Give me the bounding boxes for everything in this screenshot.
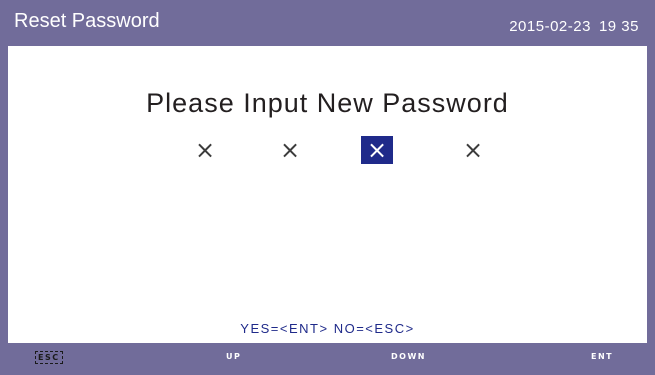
date-label: 2015-02-23 bbox=[509, 18, 591, 35]
down-button[interactable]: DOWN bbox=[391, 352, 426, 361]
password-digit-2[interactable]: × bbox=[274, 136, 306, 164]
title-bar: Reset Password 2015-02-23 19 35 bbox=[8, 0, 647, 46]
password-digit-4[interactable]: × bbox=[457, 136, 489, 164]
screen: Reset Password 2015-02-23 19 35 Please In… bbox=[0, 0, 655, 375]
page-title: Reset Password bbox=[14, 10, 160, 32]
confirm-hint: YES=<ENT> NO=<ESC> bbox=[240, 321, 415, 336]
time-label: 19 35 bbox=[598, 18, 639, 35]
datetime: 2015-02-23 19 35 bbox=[509, 18, 639, 35]
password-digit-3-selected[interactable]: × bbox=[361, 136, 393, 164]
button-bar: ESC UP DOWN ENT bbox=[8, 343, 647, 375]
ent-button[interactable]: ENT bbox=[591, 352, 613, 361]
up-button[interactable]: UP bbox=[226, 352, 241, 361]
password-digit-1[interactable]: × bbox=[189, 136, 221, 164]
password-prompt: Please Input New Password bbox=[146, 88, 509, 118]
esc-button[interactable]: ESC bbox=[35, 351, 63, 364]
